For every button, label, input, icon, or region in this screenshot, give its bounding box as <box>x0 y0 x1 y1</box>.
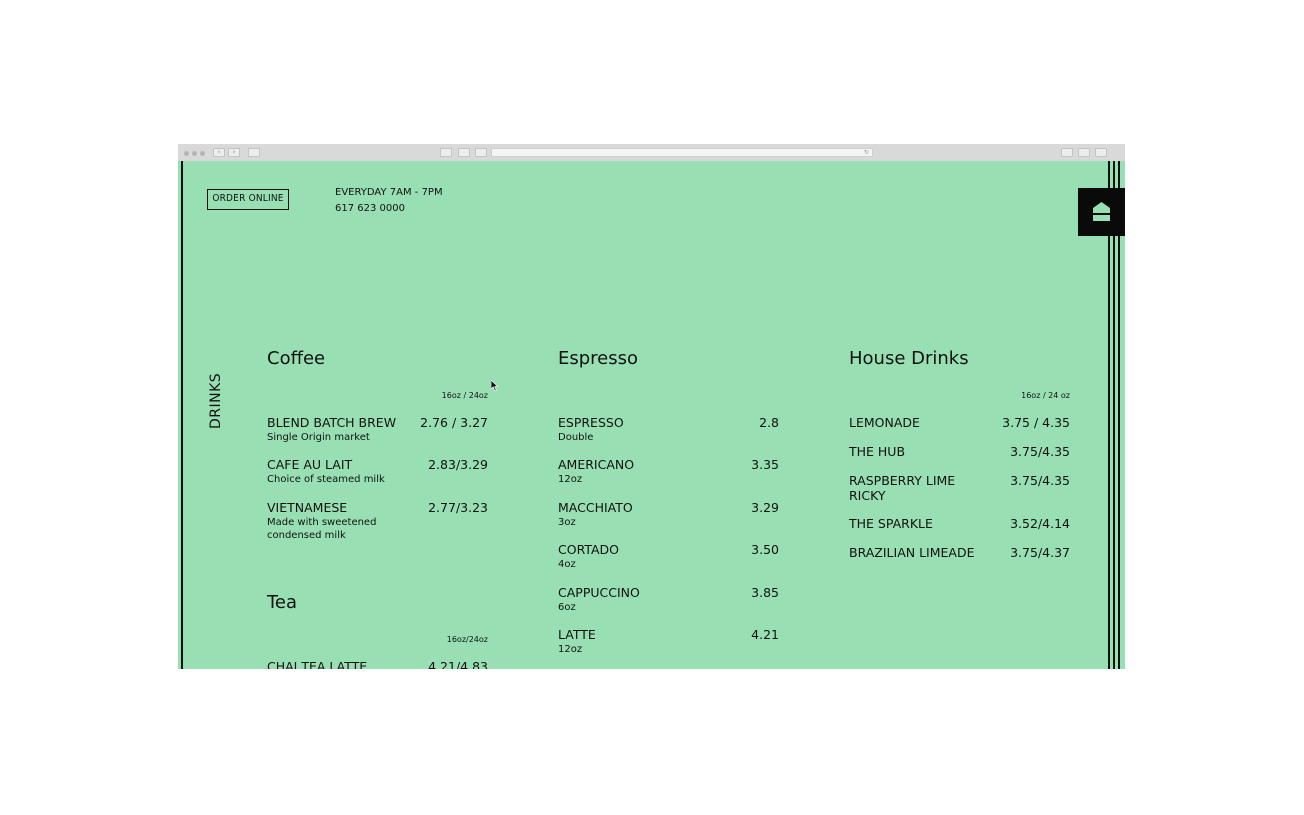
window-close-dot[interactable] <box>184 151 189 156</box>
item-name: BRAZILIAN LIMEADE <box>849 545 975 560</box>
browser-toolbar: ‹ › ↻ <box>178 144 1125 161</box>
item-price: 3.75 / 4.35 <box>1002 415 1070 430</box>
item-price: 2.77/3.23 <box>428 500 488 515</box>
item-desc: Made with sweetened condensed milk <box>267 517 377 541</box>
item-desc: Double <box>558 432 594 443</box>
item-name: RASPBERRY LIME RICKY <box>849 473 956 503</box>
item-price: 3.85 <box>751 585 779 600</box>
share-icon[interactable] <box>1061 148 1073 157</box>
item-desc: Single Origin market <box>267 432 370 443</box>
item-name: CAPPUCCINO <box>558 585 640 600</box>
item-price: 3.75/4.35 <box>1010 473 1070 488</box>
item-desc: 3oz <box>558 517 576 528</box>
item-price: 3.52/4.14 <box>1010 516 1070 531</box>
browser-window: ‹ › ↻ ORDER ONLINE EVERYDAY 7AM - 7PM 61… <box>178 144 1125 669</box>
item-price: 3.50 <box>751 542 779 557</box>
item-desc: 6oz <box>558 602 576 613</box>
coffee-size-note: 16oz / 24oz <box>441 391 488 400</box>
espresso-title: Espresso <box>558 348 639 369</box>
left-border-line <box>181 161 183 669</box>
house-size-note: 16oz / 24 oz <box>1021 391 1070 400</box>
order-online-button[interactable]: ORDER ONLINE <box>207 189 289 210</box>
right-border-line <box>1108 161 1110 669</box>
item-price: 3.75/4.37 <box>1010 545 1070 560</box>
forward-icon[interactable]: › <box>228 148 240 157</box>
right-border-line <box>1118 161 1120 669</box>
house-drinks-title: House Drinks <box>849 348 969 369</box>
sidebar-icon[interactable] <box>248 148 260 157</box>
download-icon[interactable] <box>440 148 452 157</box>
item-desc: 12oz <box>558 644 583 655</box>
item-name: ESPRESSO <box>558 415 624 430</box>
item-price: 3.29 <box>751 500 779 515</box>
section-label-drinks: DRINKS <box>208 372 224 429</box>
item-name: LEMONADE <box>849 415 920 430</box>
address-bar[interactable]: ↻ <box>491 148 873 157</box>
back-icon[interactable]: ‹ <box>213 148 225 157</box>
coffee-title: Coffee <box>267 348 326 369</box>
window-minimize-dot[interactable] <box>192 151 197 156</box>
item-name: CHAI TEA LATTE <box>267 659 368 669</box>
tabs-icon[interactable] <box>1078 148 1090 157</box>
item-desc: 12oz <box>558 474 583 485</box>
house-logo-icon <box>1093 202 1110 221</box>
right-border-line <box>1113 161 1115 669</box>
item-price: 3.35 <box>751 457 779 472</box>
item-name: LATTE <box>558 627 596 642</box>
settings-icon[interactable] <box>1095 148 1107 157</box>
item-price: 2.83/3.29 <box>428 457 488 472</box>
item-name: THE HUB <box>849 444 906 459</box>
item-desc: 4oz <box>558 559 576 570</box>
reader-icon[interactable] <box>458 148 470 157</box>
item-price: 2.76 / 3.27 <box>420 415 488 430</box>
reload-icon[interactable]: ↻ <box>864 149 869 156</box>
item-name: CORTADO <box>558 542 620 557</box>
home-icon[interactable] <box>475 148 487 157</box>
window-maximize-dot[interactable] <box>200 151 205 156</box>
item-name: BLEND BATCH BREW <box>267 415 397 430</box>
item-price: 2.8 <box>759 415 779 430</box>
item-price: 4.21 <box>751 627 779 642</box>
store-hours: EVERYDAY 7AM - 7PM <box>335 187 443 198</box>
item-name: AMERICANO <box>558 457 635 472</box>
item-name: VIETNAMESE <box>267 500 348 515</box>
item-price: 4.21/4.83 <box>428 659 488 669</box>
item-name: CAFE AU LAIT <box>267 457 353 472</box>
item-desc: Choice of steamed milk <box>267 474 385 485</box>
item-name: MACCHIATO <box>558 500 633 515</box>
tea-title: Tea <box>267 592 298 613</box>
store-phone[interactable]: 617 623 0000 <box>335 201 443 217</box>
item-name: THE SPARKLE <box>849 516 933 531</box>
menu-page: ORDER ONLINE EVERYDAY 7AM - 7PM 617 623 … <box>178 161 1125 669</box>
item-price: 3.75/4.35 <box>1010 444 1070 459</box>
home-logo-button[interactable] <box>1078 188 1125 236</box>
mouse-cursor-icon <box>491 380 499 392</box>
tea-size-note: 16oz/24oz <box>446 635 488 644</box>
store-info: EVERYDAY 7AM - 7PM 617 623 0000 <box>335 185 443 217</box>
